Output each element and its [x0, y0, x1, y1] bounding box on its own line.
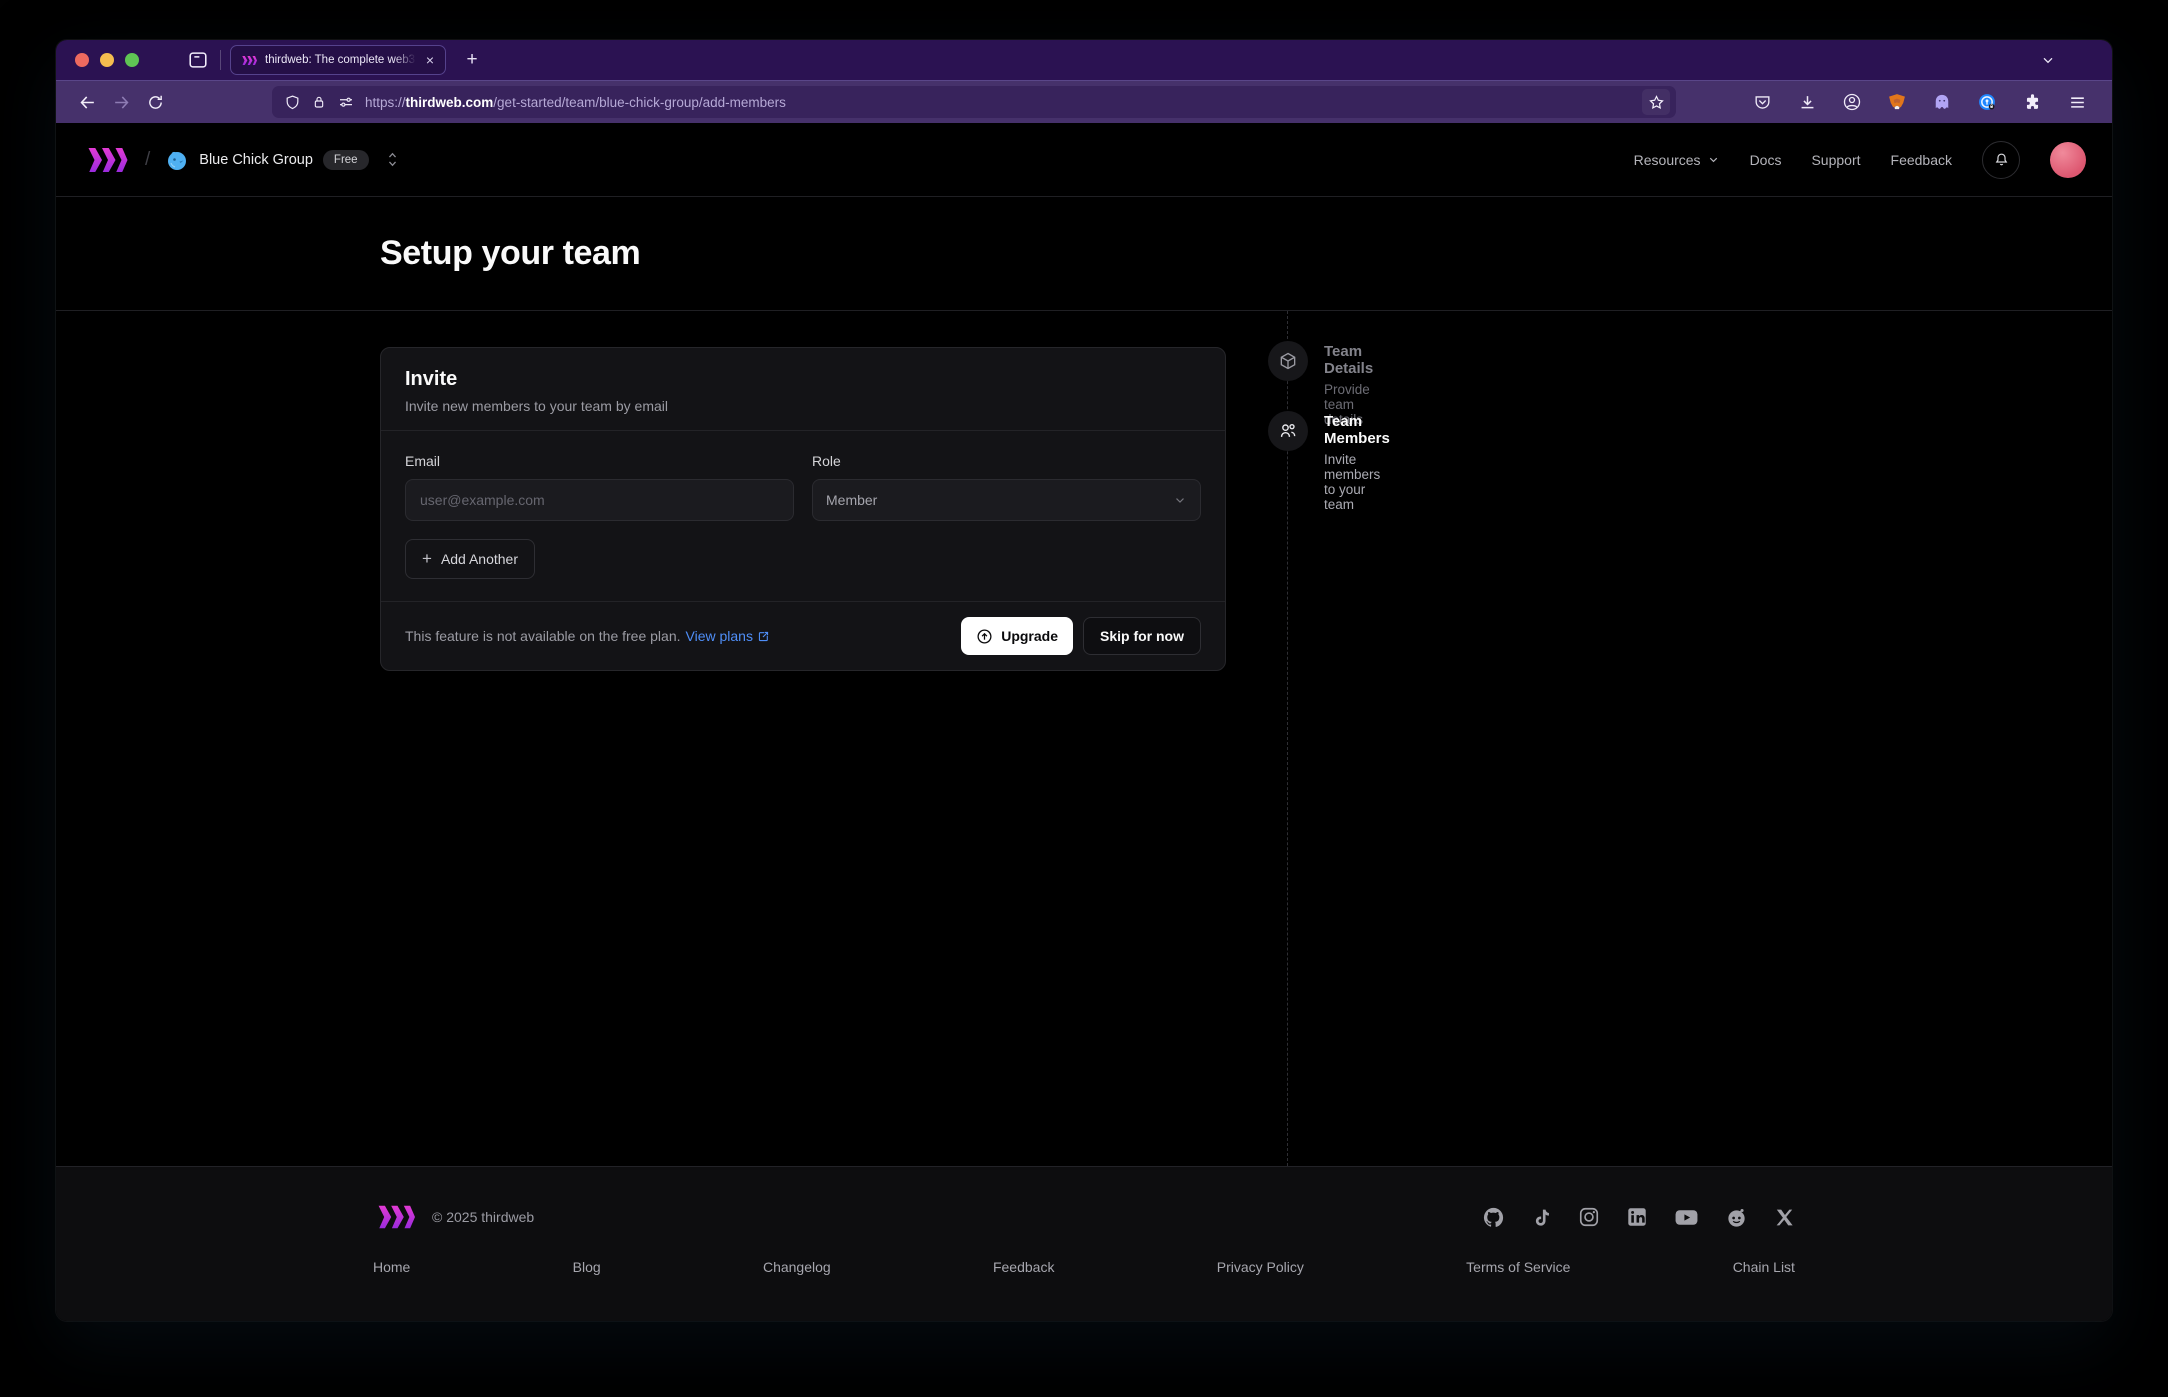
refresh-icon[interactable]: [138, 87, 172, 117]
team-switcher[interactable]: Blue Chick Group Free: [165, 148, 399, 172]
role-select-value: Member: [826, 492, 878, 508]
reddit-icon[interactable]: [1725, 1206, 1748, 1229]
browser-tab-bar: thirdweb: The complete web3 d × +: [56, 40, 2112, 80]
active-tab[interactable]: thirdweb: The complete web3 d ×: [230, 45, 446, 75]
url-domain: thirdweb.com: [405, 94, 494, 110]
chevron-down-icon: [1176, 498, 1184, 503]
page-content: / Blue Chick Group Free Resources Docs S…: [56, 123, 2112, 1321]
tiktok-icon[interactable]: [1531, 1207, 1552, 1228]
nav-docs[interactable]: Docs: [1750, 152, 1782, 168]
skip-for-now-button[interactable]: Skip for now: [1083, 617, 1201, 655]
thirdweb-footer-logo[interactable]: [373, 1203, 415, 1231]
footer-link-changelog[interactable]: Changelog: [763, 1259, 831, 1275]
content-column: Invite Invite new members to your team b…: [56, 311, 1288, 1166]
site-footer: © 2025 thirdweb Home Blog Changelog Feed…: [56, 1166, 2112, 1321]
role-select[interactable]: Member: [812, 479, 1201, 521]
pocket-icon[interactable]: [1747, 87, 1777, 117]
invite-card-subtitle: Invite new members to your team by email: [405, 398, 668, 414]
nav-feedback[interactable]: Feedback: [1891, 152, 1952, 168]
list-all-tabs-icon[interactable]: [2040, 52, 2056, 68]
view-plans-link[interactable]: View plans: [686, 628, 770, 644]
breadcrumb-separator: /: [145, 148, 151, 170]
users-icon: [1268, 411, 1308, 451]
metamask-icon[interactable]: [1882, 87, 1912, 117]
instagram-icon[interactable]: [1578, 1206, 1600, 1228]
url-scheme: https://: [365, 94, 406, 110]
chevrons-up-down-icon: [385, 151, 400, 168]
github-icon[interactable]: [1482, 1206, 1505, 1229]
nav-resources[interactable]: Resources: [1634, 152, 1720, 168]
account-icon[interactable]: [1837, 87, 1867, 117]
url-path: /get-started/team/blue-chick-group/add-m…: [493, 94, 786, 110]
main-area: Invite Invite new members to your team b…: [56, 311, 2112, 1166]
forward-icon[interactable]: [104, 87, 138, 117]
window-controls: [75, 53, 139, 67]
tracking-shield-icon[interactable]: [284, 94, 301, 111]
x-icon[interactable]: [1774, 1207, 1795, 1228]
team-name: Blue Chick Group: [199, 151, 313, 168]
notifications-bell-icon[interactable]: [1982, 140, 2020, 179]
browser-window: thirdweb: The complete web3 d × + https:…: [56, 40, 2112, 1321]
external-link-icon: [758, 631, 769, 641]
permissions-icon[interactable]: [337, 93, 355, 111]
back-icon[interactable]: [70, 87, 104, 117]
footer-link-terms-of-service[interactable]: Terms of Service: [1466, 1259, 1570, 1275]
upgrade-button[interactable]: Upgrade: [961, 617, 1073, 655]
cube-icon: [1268, 341, 1308, 381]
invite-card: Invite Invite new members to your team b…: [380, 347, 1226, 671]
footer-link-privacy-policy[interactable]: Privacy Policy: [1217, 1259, 1304, 1275]
circle-arrow-up-icon: [977, 628, 992, 644]
team-avatar: [168, 151, 187, 170]
youtube-icon[interactable]: [1674, 1205, 1699, 1230]
footer-link-blog[interactable]: Blog: [573, 1259, 601, 1275]
tab-separator: [220, 50, 221, 70]
plan-notice: This feature is not available on the fre…: [405, 628, 770, 644]
site-header: / Blue Chick Group Free Resources Docs S…: [56, 123, 2112, 197]
firefox-view-icon[interactable]: [183, 45, 213, 75]
footer-link-feedback[interactable]: Feedback: [993, 1259, 1054, 1275]
extensions-puzzle-icon[interactable]: [2017, 87, 2047, 117]
nav-support[interactable]: Support: [1811, 152, 1860, 168]
zoom-window-button[interactable]: [125, 53, 139, 67]
role-label: Role: [812, 453, 841, 469]
linkedin-icon[interactable]: [1626, 1206, 1648, 1228]
lock-icon[interactable]: [311, 94, 327, 110]
thirdweb-logo[interactable]: [82, 145, 128, 175]
page-title: Setup your team: [380, 234, 641, 272]
footer-link-home[interactable]: Home: [373, 1259, 410, 1275]
phantom-icon[interactable]: [1927, 87, 1957, 117]
tab-close-icon[interactable]: ×: [424, 51, 436, 69]
url-bar[interactable]: https://thirdweb.com/get-started/team/bl…: [272, 86, 1676, 118]
url-text[interactable]: https://thirdweb.com/get-started/team/bl…: [365, 95, 1632, 110]
bookmark-star-icon[interactable]: [1642, 89, 1670, 115]
email-field[interactable]: [405, 479, 794, 521]
copyright: © 2025 thirdweb: [432, 1209, 535, 1225]
download-icon[interactable]: [1792, 87, 1822, 117]
invite-card-title: Invite: [405, 368, 458, 390]
thirdweb-favicon: [240, 55, 257, 65]
title-section: Setup your team: [56, 197, 2112, 311]
tab-title: thirdweb: The complete web3 d: [265, 54, 416, 66]
card-footer: This feature is not available on the fre…: [381, 601, 1225, 670]
user-avatar[interactable]: [2050, 141, 2086, 178]
plus-icon: +: [422, 549, 432, 568]
email-label: Email: [405, 453, 441, 469]
close-window-button[interactable]: [75, 53, 89, 67]
add-another-button[interactable]: + Add Another: [405, 539, 535, 579]
minimize-window-button[interactable]: [100, 53, 114, 67]
plan-badge: Free: [322, 149, 369, 170]
new-tab-button[interactable]: +: [458, 46, 486, 74]
browser-toolbar: https://thirdweb.com/get-started/team/bl…: [56, 80, 2112, 123]
footer-link-chain-list[interactable]: Chain List: [1733, 1259, 1795, 1275]
onepassword-icon[interactable]: [1972, 87, 2002, 117]
menu-hamburger-icon[interactable]: [2062, 87, 2092, 117]
chevron-down-icon: [1709, 157, 1717, 163]
